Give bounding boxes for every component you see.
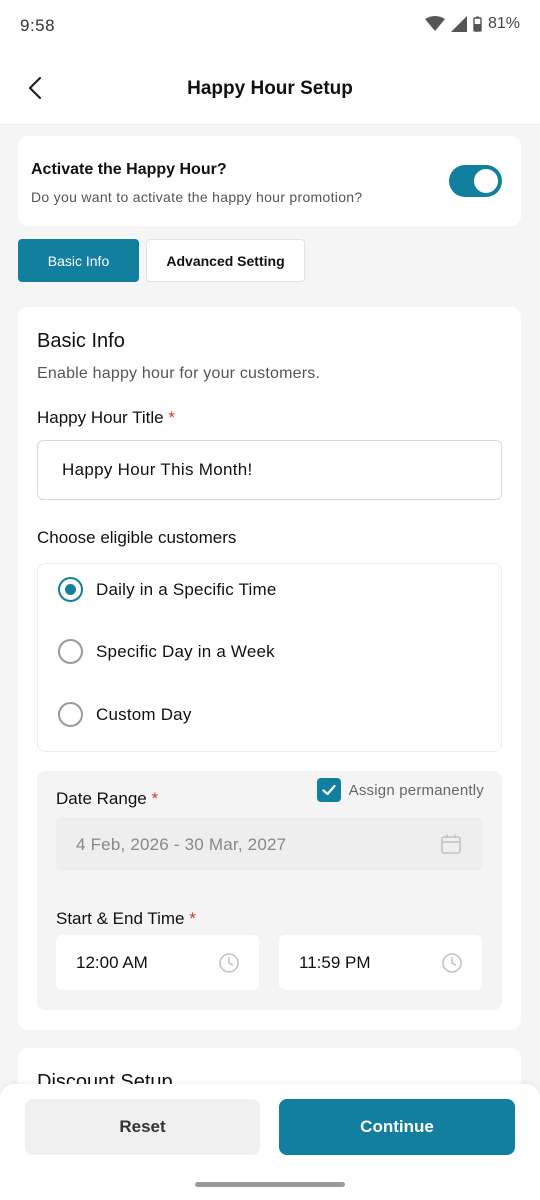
app-bar: Happy Hour Setup bbox=[0, 52, 540, 125]
radio-label: Specific Day in a Week bbox=[96, 641, 275, 661]
tab-basic-info[interactable]: Basic Info bbox=[18, 239, 139, 282]
start-time-input[interactable]: 12:00 AM bbox=[56, 935, 259, 990]
radio-daily-specific-time[interactable]: Daily in a Specific Time bbox=[58, 577, 277, 602]
reset-button[interactable]: Reset bbox=[25, 1099, 260, 1155]
assign-permanently-checkbox[interactable]: Assign permanently bbox=[316, 778, 484, 802]
check-icon bbox=[322, 784, 336, 796]
continue-button[interactable]: Continue bbox=[279, 1099, 515, 1155]
basic-info-subtitle: Enable happy hour for your customers. bbox=[37, 365, 321, 382]
date-range-input[interactable]: 4 Feb, 2026 - 30 Mar, 2027 bbox=[56, 817, 482, 871]
basic-info-title: Basic Info bbox=[37, 330, 125, 352]
clock-icon bbox=[442, 953, 462, 973]
activate-card: Activate the Happy Hour? Do you want to … bbox=[18, 136, 521, 226]
required-mark: * bbox=[189, 909, 196, 928]
eligible-customers-radio-group: Daily in a Specific Time Specific Day in… bbox=[37, 563, 502, 752]
start-end-time-label: Start & End Time * bbox=[56, 909, 196, 929]
radio-label: Custom Day bbox=[96, 704, 192, 724]
activate-title: Activate the Happy Hour? bbox=[31, 161, 227, 178]
assign-permanently-label: Assign permanently bbox=[348, 781, 484, 799]
end-time-value: 11:59 PM bbox=[299, 953, 371, 972]
required-mark: * bbox=[168, 408, 175, 427]
radio-button-selected bbox=[58, 577, 83, 602]
home-indicator[interactable] bbox=[195, 1182, 345, 1187]
status-icons: 81% bbox=[424, 15, 520, 33]
page-title: Happy Hour Setup bbox=[187, 78, 353, 99]
radio-label: Daily in a Specific Time bbox=[96, 579, 277, 599]
radio-button bbox=[58, 702, 83, 727]
required-mark: * bbox=[151, 789, 159, 808]
battery-icon bbox=[473, 16, 482, 32]
clock-icon bbox=[219, 953, 239, 973]
radio-specific-day-week[interactable]: Specific Day in a Week bbox=[58, 639, 275, 664]
eligible-customers-label: Choose eligible customers bbox=[37, 528, 237, 547]
calendar-icon bbox=[441, 834, 461, 854]
tab-advanced-setting[interactable]: Advanced Setting bbox=[146, 239, 305, 282]
battery-percent: 81% bbox=[487, 15, 520, 32]
date-range-value: 4 Feb, 2026 - 30 Mar, 2027 bbox=[76, 835, 287, 854]
activate-toggle[interactable] bbox=[449, 165, 502, 197]
happy-hour-title-input[interactable] bbox=[37, 440, 502, 500]
happy-hour-title-label-text: Happy Hour Title bbox=[37, 408, 164, 427]
date-range-label-text: Date Range bbox=[56, 789, 147, 808]
date-range-label: Date Range * bbox=[56, 789, 158, 809]
bottom-action-bar: Reset Continue bbox=[0, 1084, 540, 1200]
checkbox-checked bbox=[316, 778, 341, 802]
end-time-input[interactable]: 11:59 PM bbox=[279, 935, 482, 990]
radio-button bbox=[58, 639, 83, 664]
happy-hour-title-label: Happy Hour Title * bbox=[37, 408, 175, 428]
status-bar: 9:58 81% bbox=[0, 0, 540, 52]
status-time: 9:58 bbox=[20, 16, 56, 35]
start-time-value: 12:00 AM bbox=[76, 953, 148, 972]
basic-info-card: Basic Info Enable happy hour for your cu… bbox=[18, 307, 521, 1030]
start-end-time-label-text: Start & End Time bbox=[56, 909, 185, 928]
wifi-icon bbox=[424, 16, 445, 31]
radio-custom-day[interactable]: Custom Day bbox=[58, 702, 192, 727]
toggle-knob bbox=[474, 169, 498, 193]
signal-icon bbox=[450, 16, 467, 32]
date-time-panel: Date Range * Assign permanently 4 Feb, 2… bbox=[37, 771, 502, 1010]
activate-subtitle: Do you want to activate the happy hour p… bbox=[31, 189, 363, 205]
